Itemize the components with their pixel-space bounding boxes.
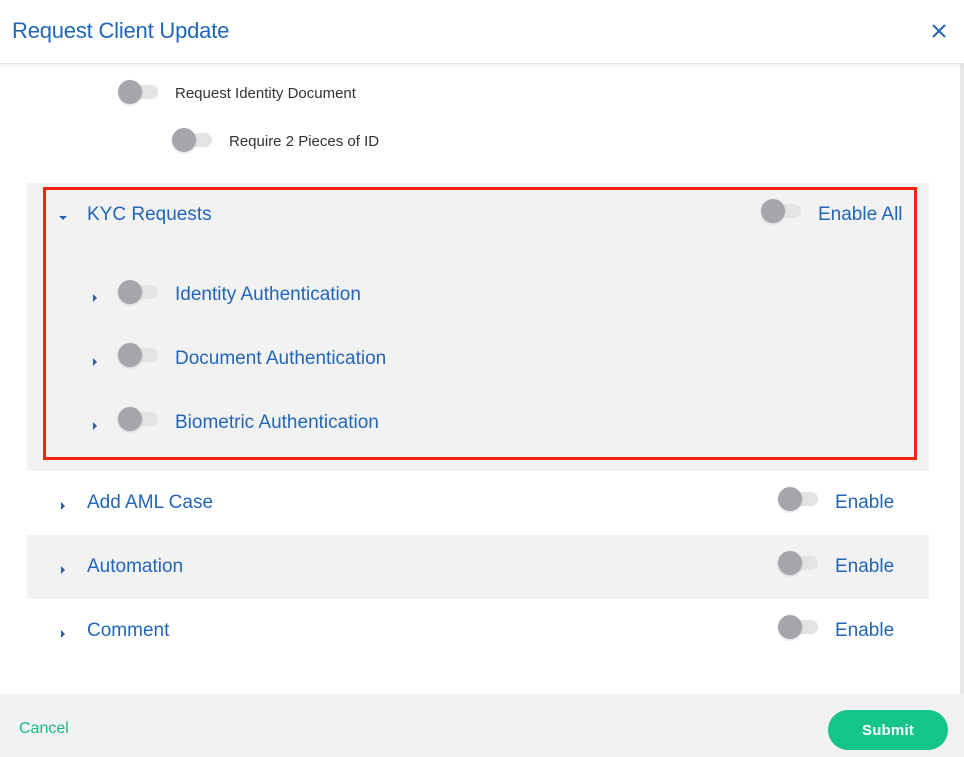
identity-authentication-toggle[interactable]: [118, 279, 160, 305]
caret-right-icon[interactable]: [90, 354, 100, 366]
caret-right-icon[interactable]: [58, 562, 68, 574]
add-aml-case-toggle[interactable]: [778, 486, 820, 512]
require-two-ids-toggle[interactable]: [172, 127, 214, 153]
automation-enable-label: Enable: [835, 556, 895, 577]
scrollbar[interactable]: [960, 64, 964, 694]
kyc-requests-section: [27, 183, 929, 471]
cancel-button[interactable]: Cancel: [19, 720, 69, 738]
automation-toggle[interactable]: [778, 550, 820, 576]
caret-right-icon[interactable]: [58, 498, 68, 510]
biometric-authentication-toggle[interactable]: [118, 406, 160, 432]
kyc-enable-all-label: Enable All: [818, 204, 903, 225]
automation-label[interactable]: Automation: [87, 556, 183, 578]
request-identity-document-toggle[interactable]: [118, 79, 160, 105]
kyc-enable-all-toggle[interactable]: [761, 198, 803, 224]
add-aml-case-enable-label: Enable: [835, 492, 895, 513]
caret-down-icon[interactable]: [58, 210, 68, 220]
caret-right-icon[interactable]: [90, 290, 100, 302]
request-identity-document-label: Request Identity Document: [175, 85, 356, 102]
comment-enable-label: Enable: [835, 620, 895, 641]
comment-label[interactable]: Comment: [87, 620, 169, 642]
caret-right-icon[interactable]: [58, 626, 68, 638]
close-icon[interactable]: [928, 20, 950, 42]
dialog-footer: Cancel Submit: [0, 694, 964, 757]
add-aml-case-label[interactable]: Add AML Case: [87, 492, 213, 514]
identity-authentication-label[interactable]: Identity Authentication: [175, 284, 361, 306]
comment-toggle[interactable]: [778, 614, 820, 640]
submit-button[interactable]: Submit: [828, 710, 948, 750]
kyc-requests-title[interactable]: KYC Requests: [87, 204, 212, 226]
require-two-ids-label: Require 2 Pieces of ID: [229, 133, 380, 150]
biometric-authentication-label[interactable]: Biometric Authentication: [175, 412, 379, 434]
dialog-title: Request Client Update: [12, 18, 230, 43]
document-authentication-label[interactable]: Document Authentication: [175, 348, 386, 370]
document-authentication-toggle[interactable]: [118, 342, 160, 368]
dialog-header: Request Client Update: [0, 0, 964, 64]
caret-right-icon[interactable]: [90, 418, 100, 430]
